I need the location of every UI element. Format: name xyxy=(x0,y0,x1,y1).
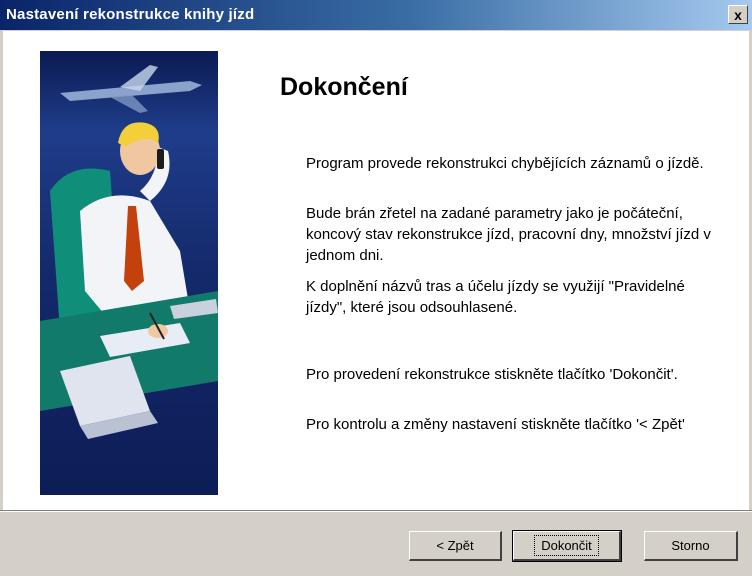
cancel-button[interactable]: Storno xyxy=(644,531,738,561)
close-button[interactable]: x xyxy=(728,5,748,24)
back-button[interactable]: < Zpět xyxy=(409,531,502,561)
footer-divider xyxy=(0,510,752,512)
instruction-paragraph: Pro provedení rekonstrukce stiskněte tla… xyxy=(306,366,678,383)
finish-button-label: Dokončit xyxy=(534,535,599,556)
wizard-dialog: Nastavení rekonstrukce knihy jízd x Doko… xyxy=(0,0,752,576)
info-paragraph: Bude brán zřetel na zadané parametry jak… xyxy=(306,205,711,264)
finish-button[interactable]: Dokončit xyxy=(512,530,622,562)
wizard-page: Dokončení Program provede rekonstrukci c… xyxy=(3,31,749,510)
airplane-icon xyxy=(60,65,202,113)
page-title: Dokončení xyxy=(280,73,408,101)
wizard-side-illustration xyxy=(40,51,218,495)
info-paragraph: Program provede rekonstrukci chybějících… xyxy=(306,155,704,172)
window-title: Nastavení rekonstrukce knihy jízd xyxy=(6,6,255,23)
title-bar[interactable]: Nastavení rekonstrukce knihy jízd x xyxy=(0,0,752,30)
instruction-paragraph: Pro kontrolu a změny nastavení stiskněte… xyxy=(306,416,685,433)
info-paragraph: K doplnění názvů tras a účelu jízdy se v… xyxy=(306,278,685,316)
